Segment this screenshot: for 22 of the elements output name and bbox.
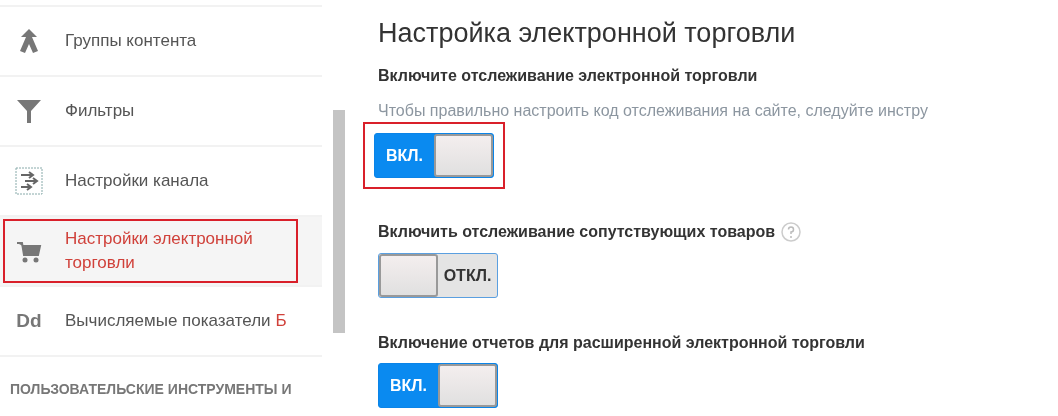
merge-arrows-icon	[17, 28, 41, 54]
setting-label: Включение отчетов для расширенной электронной торговли	[378, 334, 865, 352]
sidebar-item[interactable]: Настройки электронной торговли	[0, 215, 322, 285]
setting-label: Включить отслеживание сопутствующих товаров	[378, 223, 776, 241]
setting-description: Чтобы правильно настроить код отслеживания на сайте, следуйте инстру	[378, 102, 929, 120]
settings-sliders-icon	[15, 167, 43, 195]
toggle-switch[interactable]: ОТКЛ.	[378, 253, 498, 298]
setting-label: Включите отслеживание электронной торговли	[378, 67, 758, 85]
page-title: Настройка электронной торговли	[378, 18, 797, 49]
help-icon[interactable]	[781, 222, 802, 242]
toggle-switch[interactable]: ВКЛ.	[378, 363, 498, 408]
toggle-switch[interactable]: ВКЛ.	[374, 133, 494, 178]
scrollbar[interactable]	[333, 110, 345, 333]
filter-icon	[16, 98, 42, 124]
beta-label: Б	[275, 311, 287, 330]
sidebar-label: Группы контента	[65, 30, 197, 52]
section-header: ПОЛЬЗОВАТЕЛЬСКИЕ ИНСТРУМЕНТЫ И	[0, 355, 322, 397]
sidebar-label: Настройки электронной торговли	[65, 228, 254, 274]
sidebar-label: Вычисляемые показатели	[65, 310, 271, 332]
sidebar-label: Фильтры	[65, 100, 135, 122]
dd-icon: Dd	[16, 310, 42, 332]
sidebar-label: Настройки канала	[65, 170, 209, 192]
